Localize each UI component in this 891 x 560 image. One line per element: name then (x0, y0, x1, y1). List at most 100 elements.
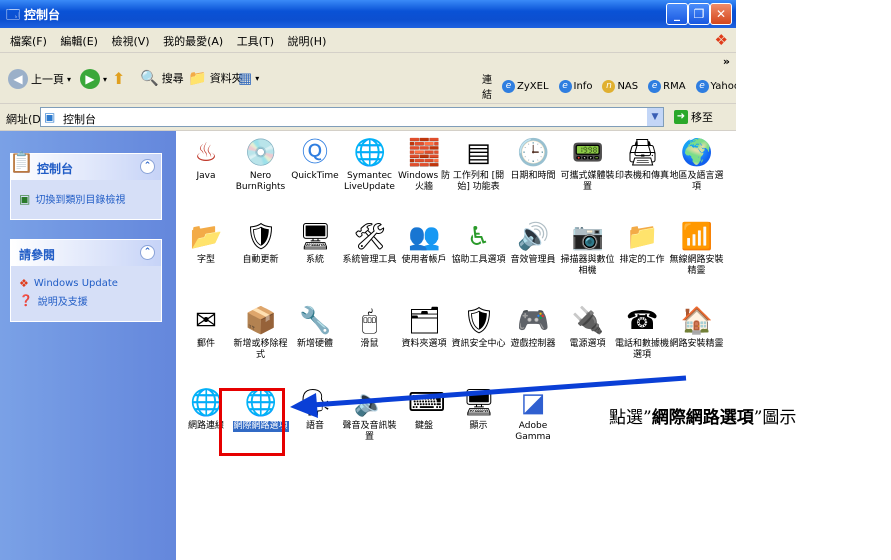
ie-page-icon: e (648, 79, 662, 93)
instruction-annotation: 點選”網際網路選項”圖示 (609, 408, 797, 428)
control-panel-item-adobe-gamma[interactable]: ◪ Adobe Gamma (505, 387, 561, 443)
link-yahoo[interactable]: eYahoo! (695, 71, 736, 101)
links-overflow-chevron[interactable]: » (723, 55, 730, 68)
back-label: 上一頁 (31, 73, 64, 86)
control-panel-item-scheduled-tasks[interactable]: 📁 排定的工作 (614, 221, 670, 266)
menu-favorites[interactable]: 我的最愛(A) (163, 33, 223, 49)
link-rma[interactable]: e RMA (648, 71, 686, 101)
link-nas[interactable]: n NAS (602, 71, 638, 101)
menu-edit[interactable]: 編輯(E) (60, 33, 98, 49)
back-dropdown-icon[interactable]: ▾ (67, 75, 71, 84)
up-folder-button[interactable]: ⬆ (112, 69, 125, 88)
sound-manager-icon: 🔊 (517, 222, 550, 252)
control-panel-item-nero[interactable]: 💿 Nero BurnRights (233, 137, 289, 193)
views-button[interactable]: ▦ ▾ (238, 69, 259, 87)
collapse-chevron-icon[interactable]: ⌃ (140, 159, 155, 174)
minimize-button[interactable]: _ (666, 3, 688, 25)
control-panel-item-font-folder[interactable]: 📂 字型 (178, 221, 234, 266)
item-label: 聲音及音訊裝置 (342, 421, 397, 442)
control-panel-item-speech[interactable]: 🗣 語音 (287, 387, 343, 432)
users-icon: 👥 (408, 222, 441, 252)
item-label: 滑鼠 (360, 339, 379, 349)
control-panel-item-media-device[interactable]: 📟 可攜式媒體裝置 (560, 137, 616, 193)
control-panel-item-folder-options[interactable]: 🗂 資料夾選項 (396, 305, 452, 350)
control-panel-item-quicktime[interactable]: Ⓠ QuickTime (287, 137, 343, 182)
toolbar: ◀ 上一頁 ▾ ▶ ▾ ⬆ 🔍 搜尋 📁 資料夾 ▦ ▾ 連結 e ZyXEL e… (0, 53, 736, 104)
control-panel-item-mouse[interactable]: 🖱 滑鼠 (342, 305, 398, 350)
item-label: 電話和數據機選項 (614, 339, 669, 360)
control-panel-item-keyboard[interactable]: ⌨ 鍵盤 (396, 387, 452, 432)
control-panel-item-accessibility[interactable]: ♿ 協助工具選項 (451, 221, 507, 266)
control-panel-item-game-controller[interactable]: 🎮 遊戲控制器 (505, 305, 561, 350)
control-panel-item-liveupdate[interactable]: 🌐 Symantec LiveUpdate (342, 137, 398, 193)
up-folder-icon: ⬆ (112, 69, 126, 88)
collapse-chevron-icon[interactable]: ⌃ (140, 245, 155, 260)
folders-button[interactable]: 📁 資料夾 (188, 69, 243, 87)
address-dropdown-icon[interactable]: ▼ (647, 108, 663, 126)
item-label: 鍵盤 (414, 421, 433, 431)
control-panel-item-phone[interactable]: ☎ 電話和數據機選項 (614, 305, 670, 361)
menu-tools[interactable]: 工具(T) (237, 33, 274, 49)
forward-dropdown-icon[interactable]: ▾ (103, 75, 107, 84)
address-input[interactable]: ▣ 控制台 ▼ (40, 107, 664, 127)
control-panel-item-audio[interactable]: 🔈 聲音及音訊裝置 (342, 387, 398, 443)
back-button[interactable]: ◀ 上一頁 ▾ (8, 69, 71, 89)
taskbar-icon: ▤ (466, 138, 491, 168)
control-panel-item-users[interactable]: 👥 使用者帳戶 (396, 221, 452, 266)
windows-update-link[interactable]: ❖ Windows Update (19, 277, 153, 290)
address-bar: 網址(D) ▣ 控制台 ▼ ➜ 移至 (0, 104, 736, 131)
control-panel-item-mail[interactable]: ✉ 郵件 (178, 305, 234, 350)
control-panel-item-network-setup[interactable]: 🏠 網路安裝精靈 (669, 305, 725, 350)
control-panel-panel-header[interactable]: 📋 控制台 ⌃ (9, 150, 161, 180)
windows-logo-icon: ❖ (714, 31, 728, 49)
search-label: 搜尋 (161, 72, 184, 85)
item-label: 印表機和傳真 (614, 171, 669, 181)
control-panel-item-security-center[interactable]: 🛡 資訊安全中心 (451, 305, 507, 350)
control-panel-item-admin-tools[interactable]: 🛠 系統管理工具 (342, 221, 398, 266)
mouse-icon: 🖱 (361, 306, 378, 336)
control-panel-item-firewall[interactable]: 🧱 Windows 防火牆 (396, 137, 452, 193)
printer-icon: 🖨 (626, 138, 660, 168)
control-panel-item-add-remove[interactable]: 📦 新增或移除程式 (233, 305, 289, 361)
help-icon: ❓ (19, 294, 33, 307)
control-panel-item-taskbar[interactable]: ▤ 工作列和 [開始] 功能表 (451, 137, 507, 193)
nas-icon: n (602, 79, 616, 93)
control-panel-item-display[interactable]: 🖥 顯示 (451, 387, 507, 432)
control-panel-item-scanner[interactable]: 📷 掃描器與數位相機 (560, 221, 616, 277)
wireless-icon: 📶 (680, 222, 713, 252)
go-button[interactable]: ➜ 移至 (674, 109, 713, 125)
title-bar[interactable]: 🗔 控制台 _ ❐ ✕ (0, 0, 736, 28)
control-panel-item-printer[interactable]: 🖨 印表機和傳真 (614, 137, 670, 182)
item-label: 系統 (305, 255, 324, 265)
font-folder-icon: 📂 (190, 222, 223, 252)
control-panel-item-sound-manager[interactable]: 🔊 音效管理員 (505, 221, 561, 266)
close-button[interactable]: ✕ (710, 3, 732, 25)
globe-icon: 🌍 (680, 138, 713, 168)
maximize-button[interactable]: ❐ (688, 3, 710, 25)
control-panel-item-clock[interactable]: 🕒 日期和時間 (505, 137, 561, 182)
switch-to-category-view-link[interactable]: ▣ 切換到類別目錄檢視 (19, 191, 153, 207)
item-label: 地區及語言選項 (669, 171, 724, 192)
control-panel-item-java[interactable]: ♨ Java (178, 137, 234, 182)
link-zyxel[interactable]: e ZyXEL (502, 71, 549, 101)
help-and-support-link[interactable]: ❓ 說明及支援 (19, 293, 153, 308)
menu-help[interactable]: 說明(H) (288, 33, 327, 49)
control-panel-item-wireless[interactable]: 📶 無線網路安裝精靈 (669, 221, 725, 277)
see-also-panel-header[interactable]: 請參閱 ⌃ (11, 240, 161, 266)
menu-view[interactable]: 檢視(V) (111, 33, 149, 49)
control-panel-item-system[interactable]: 🖥 系統 (287, 221, 343, 266)
control-panel-item-auto-update[interactable]: 🛡 自動更新 (233, 221, 289, 266)
item-label: 新增硬體 (296, 339, 333, 349)
search-icon: 🔍 (140, 69, 159, 87)
see-also-panel: 請參閱 ⌃ ❖ Windows Update ❓ 說明及支援 (10, 239, 162, 322)
forward-button[interactable]: ▶ ▾ (80, 69, 107, 89)
item-label: 系統管理工具 (342, 255, 397, 265)
control-panel-item-power[interactable]: 🔌 電源選項 (560, 305, 616, 350)
control-panel-item-add-hardware[interactable]: 🔧 新增硬體 (287, 305, 343, 350)
link-info[interactable]: e Info (558, 71, 592, 101)
control-panel-item-globe[interactable]: 🌍 地區及語言選項 (669, 137, 725, 193)
scanner-icon: 📷 (571, 222, 604, 252)
item-label: 資料夾選項 (401, 339, 447, 349)
menu-file[interactable]: 檔案(F) (10, 33, 47, 49)
search-button[interactable]: 🔍 搜尋 (140, 69, 184, 87)
